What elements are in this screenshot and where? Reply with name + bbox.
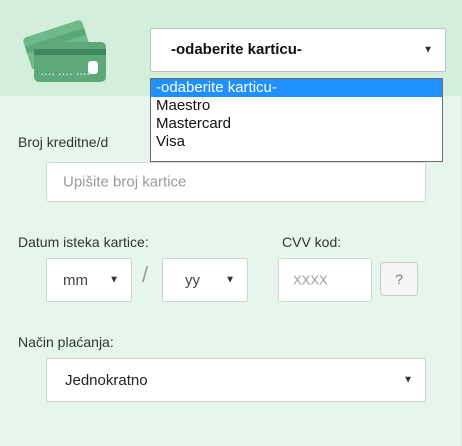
payment-method-select[interactable]: Jednokratno ▼	[46, 358, 426, 402]
card-type-option[interactable]: Visa	[151, 133, 442, 151]
cvv-label: CVV kod:	[282, 234, 342, 250]
card-type-select[interactable]: -odaberite karticu- ▼	[150, 28, 446, 72]
card-number-label: Broj kreditne/d	[18, 134, 109, 150]
card-type-option[interactable]: Maestro	[151, 97, 442, 115]
card-type-option[interactable]: -odaberite karticu-	[151, 79, 442, 97]
card-digits: •••• •••• ••••	[41, 72, 91, 78]
payment-method-label: Način plaćanja:	[18, 334, 114, 350]
expiry-separator: /	[142, 262, 149, 287]
card-type-dropdown-list: -odaberite karticu- Maestro Mastercard V…	[150, 78, 443, 162]
expiry-year-value: yy	[185, 272, 200, 289]
card-number-input[interactable]: Upišite broj kartice	[46, 162, 426, 202]
card-type-select-value: -odaberite karticu-	[171, 41, 302, 58]
card-type-option[interactable]: Mastercard	[151, 115, 442, 133]
dropdown-arrow-icon: ▼	[109, 274, 119, 286]
dropdown-arrow-icon: ▼	[403, 374, 413, 386]
card-number-placeholder: Upišite broj kartice	[63, 173, 187, 191]
payment-panel: •••• •••• •••• -odaberite karticu- ▼ -od…	[0, 0, 462, 446]
cvv-input[interactable]: XXXX	[278, 258, 372, 302]
cvv-placeholder: XXXX	[293, 272, 328, 288]
payment-method-value: Jednokratno	[65, 372, 148, 389]
expiry-label: Datum isteka kartice:	[18, 234, 149, 250]
dropdown-arrow-icon: ▼	[423, 44, 433, 56]
expiry-month-select[interactable]: mm ▼	[46, 258, 132, 302]
dropdown-arrow-icon: ▼	[225, 274, 235, 286]
cvv-help-button[interactable]: ?	[380, 262, 418, 296]
expiry-month-value: mm	[63, 272, 88, 289]
credit-card-icon: •••• •••• ••••	[22, 19, 112, 84]
card-front-shape: •••• •••• ••••	[34, 42, 106, 82]
expiry-year-select[interactable]: yy ▼	[162, 258, 248, 302]
